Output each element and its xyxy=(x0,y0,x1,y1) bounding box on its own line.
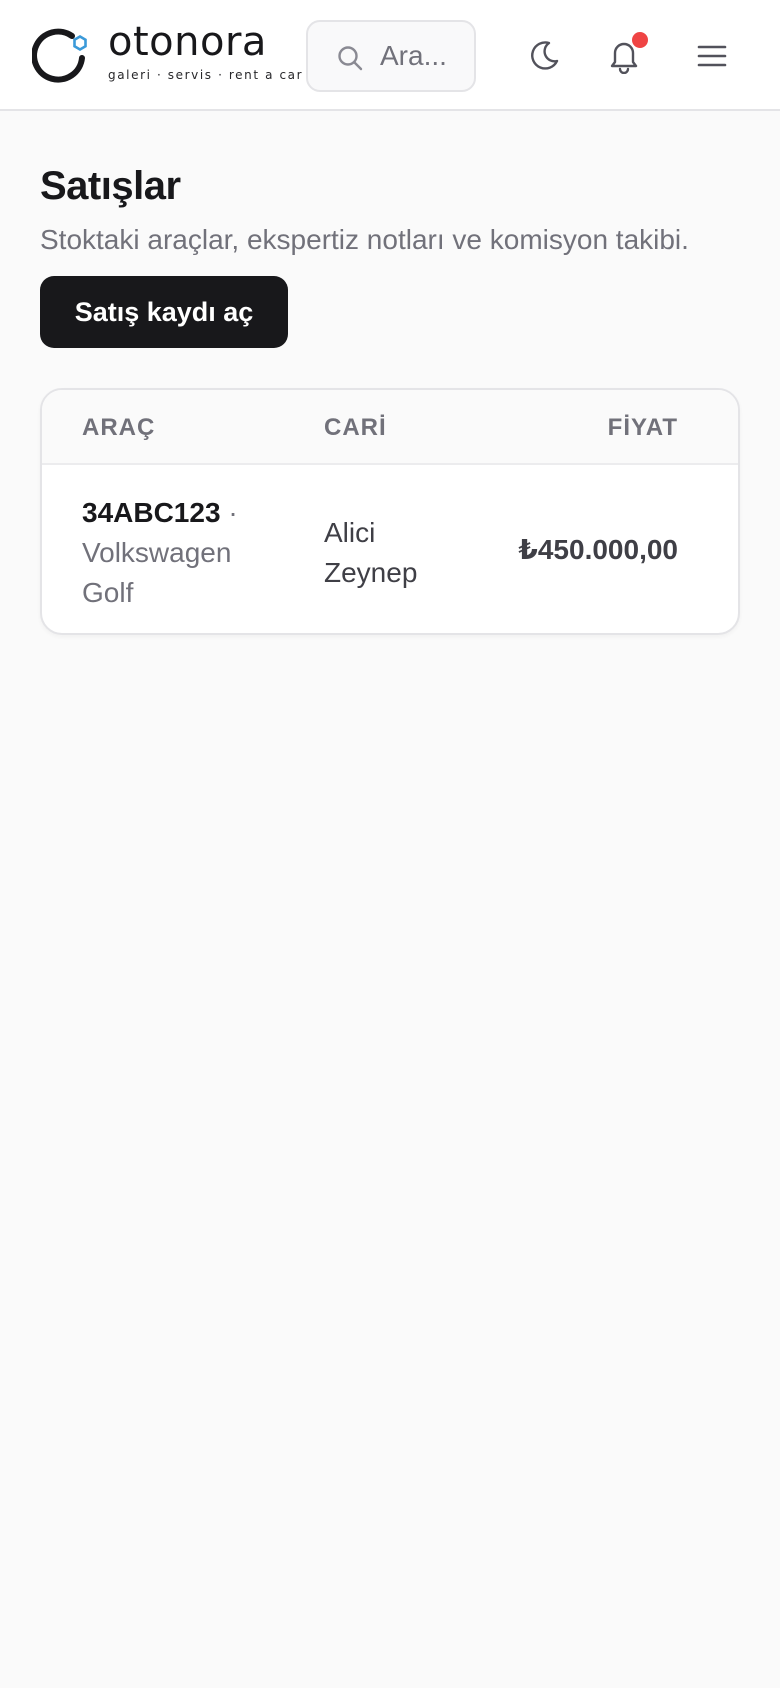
vehicle-model: Volkswagen Golf xyxy=(82,537,232,608)
party-cell: Alici Zeynep xyxy=(324,517,418,588)
column-header-vehicle: ARAÇ xyxy=(82,414,156,441)
theme-toggle-button[interactable] xyxy=(514,26,574,86)
table-row[interactable]: 34ABC123 · Volkswagen Golf Alici Zeynep … xyxy=(42,465,738,633)
hamburger-menu-icon xyxy=(697,45,727,67)
notifications-button[interactable] xyxy=(594,26,654,86)
brand-tagline: galeri · servis · rent a car xyxy=(108,68,304,82)
moon-icon xyxy=(531,41,559,70)
open-sale-record-button[interactable]: Satış kaydı aç xyxy=(40,276,288,348)
column-header-price: FİYAT xyxy=(607,414,678,441)
menu-button[interactable] xyxy=(682,26,742,86)
column-header-party: CARİ xyxy=(324,414,387,441)
vehicle-cell: 34ABC123 · Volkswagen Golf xyxy=(82,493,282,613)
top-bar: otonora galeri · servis · rent a car xyxy=(0,0,780,111)
table-header: ARAÇ CARİ FİYAT xyxy=(42,390,738,465)
brand-logo[interactable]: otonora galeri · servis · rent a car xyxy=(32,22,302,86)
logo-ring-icon xyxy=(32,28,87,83)
price-cell: ₺450.000,00 xyxy=(518,534,678,565)
search-input[interactable] xyxy=(380,36,470,76)
sales-table: ARAÇ CARİ FİYAT 34ABC123 · Volkswagen Go… xyxy=(40,388,740,635)
search-icon xyxy=(338,46,363,71)
vehicle-plate: 34ABC123 xyxy=(82,497,221,528)
notification-badge xyxy=(632,32,648,48)
page-subtitle: Stoktaki araçlar, ekspertiz notları ve k… xyxy=(40,224,689,255)
page-title: Satışlar xyxy=(40,164,181,208)
brand-name: otonora xyxy=(108,19,267,65)
vehicle-separator: · xyxy=(228,497,238,528)
search-box[interactable] xyxy=(306,20,476,92)
